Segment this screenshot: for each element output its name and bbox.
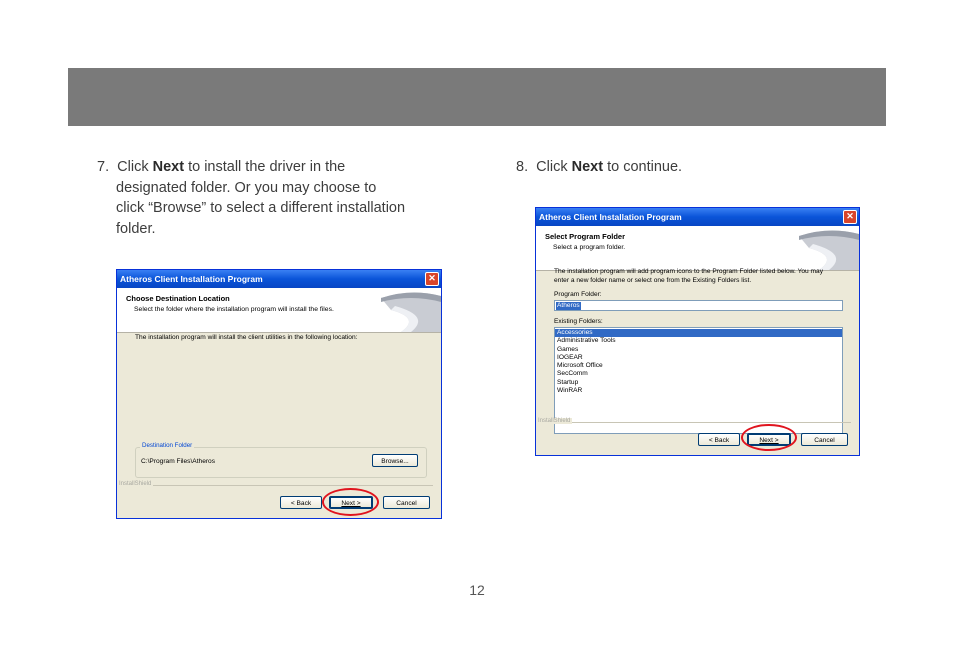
installshield-swoosh-icon: [381, 292, 441, 332]
back-button[interactable]: < Back: [698, 433, 740, 446]
dialog-titlebar: Atheros Client Installation Program ✕: [536, 208, 859, 226]
dialog-heading: Choose Destination Location: [126, 294, 230, 303]
button-label: < Back: [708, 437, 730, 444]
back-button[interactable]: < Back: [280, 496, 322, 509]
step-text-line: click “Browse” to select a different ins…: [116, 200, 406, 216]
dialog-titlebar: Atheros Client Installation Program ✕: [117, 270, 441, 288]
list-item[interactable]: WinRAR: [555, 387, 842, 395]
separator-line: [538, 422, 851, 423]
destination-dialog: Atheros Client Installation Program ✕ Ch…: [116, 269, 442, 519]
close-icon[interactable]: ✕: [425, 272, 439, 286]
list-item[interactable]: Startup: [555, 379, 842, 387]
existing-folders-list[interactable]: Accessories Administrative Tools Games I…: [554, 327, 843, 434]
step-text: to continue.: [603, 159, 683, 175]
header-band: [68, 68, 886, 126]
dialog-title: Atheros Client Installation Program: [120, 274, 263, 284]
cancel-button[interactable]: Cancel: [801, 433, 848, 446]
program-folder-label: Program Folder:: [554, 291, 602, 298]
dialog-body-text: The installation program will install th…: [135, 334, 358, 341]
cancel-button[interactable]: Cancel: [383, 496, 430, 509]
button-label: Browse...: [381, 458, 409, 465]
dialog-heading: Select Program Folder: [545, 232, 626, 241]
button-label: Cancel: [396, 500, 417, 507]
step-text: Click: [117, 159, 153, 175]
button-label: < Back: [290, 500, 312, 507]
list-item[interactable]: Microsoft Office: [555, 362, 842, 370]
dialog-header-panel: Choose Destination Location Select the f…: [117, 288, 441, 333]
destination-folder-label: Destination Folder: [140, 442, 195, 449]
step-number: 8.: [516, 159, 529, 175]
step-7-instruction: 7. Click Next to install the driver in t…: [97, 157, 457, 239]
body-line: enter a new folder name or select one fr…: [554, 276, 752, 284]
list-item[interactable]: IOGEAR: [555, 354, 842, 362]
next-highlight-ring: [741, 424, 797, 451]
dialog-header-panel: Select Program Folder Select a program f…: [536, 226, 859, 271]
program-folder-value: Atheros: [556, 302, 581, 310]
dialog-subheading: Select the folder where the installation…: [134, 306, 334, 313]
list-item[interactable]: Administrative Tools: [555, 337, 842, 345]
installshield-label: InstallShield: [119, 481, 154, 487]
destination-path: C:\Program Files\Atheros: [141, 458, 216, 465]
step-8-instruction: 8. Click Next to continue.: [516, 157, 856, 178]
dialog-subheading: Select a program folder.: [553, 244, 626, 251]
program-folder-dialog: Atheros Client Installation Program ✕ Se…: [535, 207, 860, 456]
page-number: 12: [469, 582, 485, 598]
dialog-title: Atheros Client Installation Program: [539, 212, 682, 222]
program-folder-input[interactable]: Atheros: [554, 300, 843, 311]
dialog-body-text: The installation program will add progra…: [554, 268, 823, 285]
existing-folders-label: Existing Folders:: [554, 318, 603, 325]
step-text-line: folder.: [116, 220, 156, 237]
step-text: to install the driver in the: [184, 159, 346, 175]
browse-button[interactable]: Browse...: [372, 454, 418, 467]
installshield-swoosh-icon: [799, 230, 859, 270]
next-highlight-ring: [322, 488, 379, 516]
close-icon[interactable]: ✕: [843, 210, 857, 224]
list-item[interactable]: Accessories: [555, 329, 842, 338]
list-item[interactable]: SecComm: [555, 370, 842, 378]
separator-line: [119, 485, 433, 486]
button-label: Cancel: [814, 437, 835, 444]
step-text-line: designated folder. Or you may choose to: [116, 179, 377, 196]
step-bold-word: Next: [571, 159, 604, 175]
step-text: Click: [536, 159, 572, 175]
list-item[interactable]: Games: [555, 346, 842, 354]
body-line: The installation program will add progra…: [554, 268, 824, 275]
step-bold-word: Next: [152, 159, 185, 175]
installshield-label: InstallShield: [538, 418, 573, 424]
step-number: 7.: [97, 159, 110, 175]
